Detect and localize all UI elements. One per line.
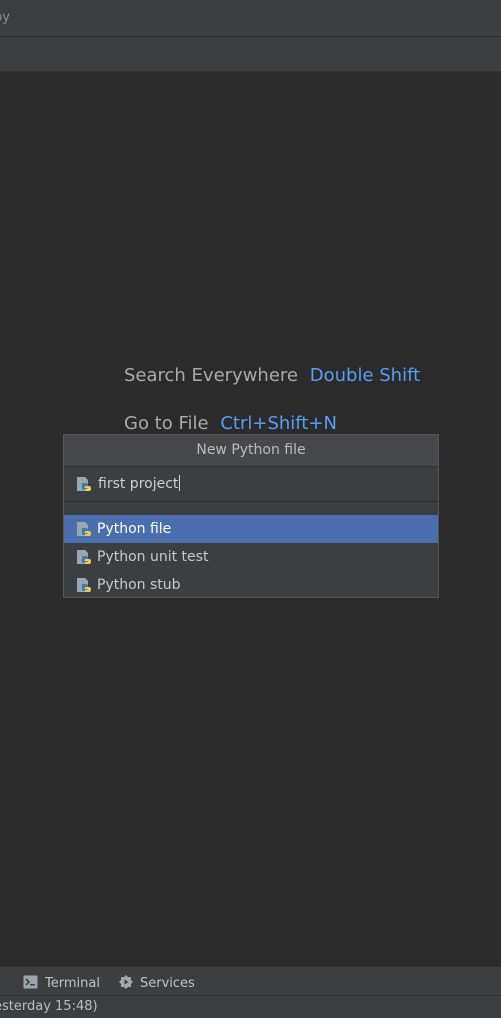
go-to-file-hint: Go to File Ctrl+Shift+N [124, 413, 337, 434]
file-name-input[interactable]: first project [98, 476, 178, 492]
dialog-divider [64, 502, 438, 516]
terminal-icon [23, 975, 38, 989]
kind-item-python-stub[interactable]: Python stub [64, 571, 438, 599]
search-everywhere-hint: Search Everywhere Double Shift [124, 365, 420, 386]
python-file-icon [77, 477, 91, 491]
kind-label: Python stub [97, 577, 181, 593]
navigation-toolbar [0, 37, 501, 72]
kind-label: Python unit test [97, 549, 209, 565]
window-title: py [0, 10, 10, 25]
tab-terminal[interactable]: Terminal [23, 967, 103, 995]
tool-window-bar: Terminal Services [0, 966, 501, 995]
hint-label: Go to File [124, 413, 209, 434]
python-file-icon [77, 550, 91, 564]
kind-label: Python file [97, 521, 172, 537]
dialog-title: New Python file [64, 435, 438, 467]
tab-services[interactable]: Services [118, 967, 198, 995]
kind-item-python-unit-test[interactable]: Python unit test [64, 543, 438, 571]
text-caret [179, 475, 181, 491]
window-title-bar: py [0, 0, 501, 37]
file-kind-list: Python file Python unit test Python stub [64, 515, 438, 599]
services-icon [119, 975, 133, 989]
hint-label: Search Everywhere [124, 365, 298, 386]
new-python-file-dialog: New Python file first project Python fil… [63, 434, 439, 598]
status-text: esterday 15:48) [0, 999, 98, 1014]
kind-item-python-file[interactable]: Python file [64, 515, 438, 543]
file-name-field[interactable]: first project [64, 467, 438, 502]
status-bar: esterday 15:48) [0, 995, 501, 1018]
python-file-icon [77, 522, 91, 536]
hint-shortcut: Ctrl+Shift+N [220, 413, 337, 434]
hint-shortcut: Double Shift [309, 365, 421, 386]
python-file-icon [77, 578, 91, 592]
